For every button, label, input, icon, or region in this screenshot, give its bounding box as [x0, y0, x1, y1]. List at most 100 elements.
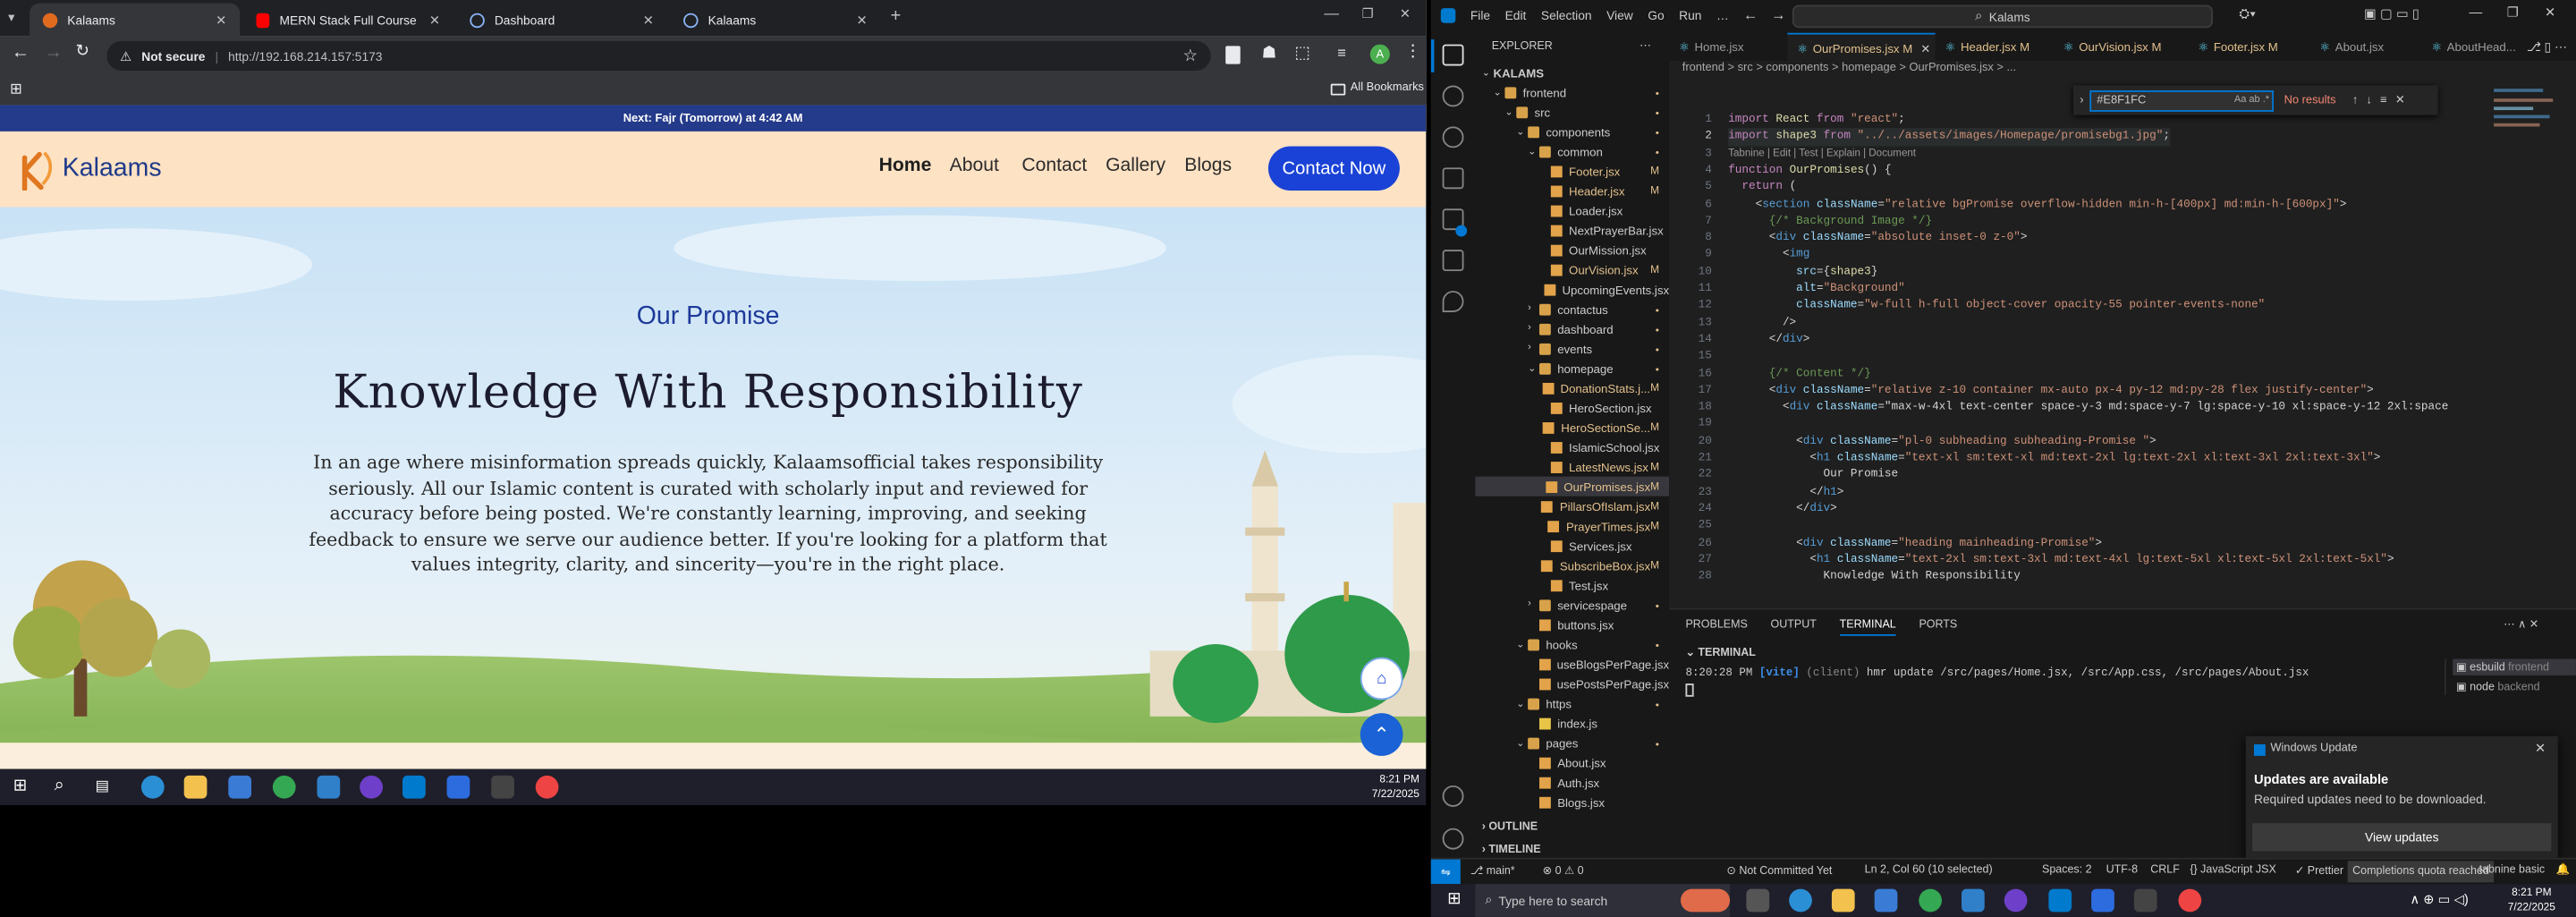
- tree-file[interactable]: OurMission.jsx: [1475, 240, 1669, 259]
- tree-file[interactable]: Loader.jsx: [1475, 200, 1669, 220]
- search-icon[interactable]: ⌕: [55, 776, 64, 797]
- tree-file[interactable]: PillarsOfIslam.jsx M: [1475, 497, 1669, 516]
- terminal-item-node[interactable]: ▣ node backend: [2453, 679, 2576, 695]
- tree-file[interactable]: usePostsPerPage.jsx: [1475, 674, 1669, 693]
- app-icon[interactable]: [1962, 888, 1985, 913]
- layout-icon[interactable]: ▣ ▢ ▭ ▯: [2364, 6, 2419, 21]
- tree-file[interactable]: NextPrayerBar.jsx: [1475, 220, 1669, 240]
- app-icon[interactable]: [2178, 888, 2202, 913]
- nav-blogs[interactable]: Blogs: [1184, 156, 1232, 175]
- menu-view[interactable]: View: [1606, 8, 1633, 23]
- find-input[interactable]: #E8F1FC Aa ab .*: [2089, 89, 2275, 111]
- panel-tab-problems[interactable]: PROBLEMS: [1685, 619, 1747, 635]
- tree-folder[interactable]: ⌄ https ●: [1475, 693, 1669, 713]
- outline-section[interactable]: › OUTLINE: [1482, 821, 1538, 833]
- tree-folder[interactable]: ⌄ hooks ●: [1475, 634, 1669, 654]
- problems-count[interactable]: ⊗ 0 ⚠ 0: [1543, 864, 1584, 878]
- profile-avatar[interactable]: A: [1369, 44, 1390, 64]
- prettier-status[interactable]: ✓ Prettier: [2295, 864, 2343, 878]
- task-view-icon[interactable]: ▤: [96, 777, 110, 795]
- task-view-icon[interactable]: [1746, 888, 1770, 913]
- tab-search-icon[interactable]: ▾: [8, 10, 14, 25]
- maximize-icon[interactable]: ❐: [2507, 5, 2519, 21]
- indent-setting[interactable]: Spaces: 2: [2042, 864, 2092, 876]
- find-next-icon[interactable]: ↓: [2367, 95, 2372, 106]
- minimize-icon[interactable]: —: [1324, 5, 1339, 21]
- media-icon[interactable]: ≡: [1337, 45, 1346, 61]
- store-icon[interactable]: [228, 775, 252, 799]
- vscode-icon[interactable]: [402, 775, 426, 799]
- tree-file[interactable]: Services.jsx: [1475, 536, 1669, 556]
- menu-file[interactable]: File: [1470, 8, 1490, 23]
- store-icon[interactable]: [1874, 888, 1898, 913]
- editor-tab-about[interactable]: ⚛ About.jsx: [2309, 33, 2421, 61]
- nav-forward-icon[interactable]: →: [1771, 6, 1786, 22]
- minimap[interactable]: [2494, 82, 2559, 181]
- toggle-replace-icon[interactable]: ›: [2080, 95, 2083, 106]
- new-tab-icon[interactable]: +: [890, 6, 901, 26]
- completions-quota[interactable]: Completions quota reached: [2347, 861, 2495, 883]
- tree-file[interactable]: IslamicSchool.jsx: [1475, 437, 1669, 457]
- close-tab-icon[interactable]: ✕: [216, 13, 226, 28]
- github-icon[interactable]: [2004, 888, 2028, 913]
- downloads-icon[interactable]: ⬚: [1294, 45, 1309, 63]
- tree-file[interactable]: Blogs.jsx: [1475, 792, 1669, 811]
- browser-tab-kalaams-2[interactable]: Kalaams ✕: [670, 4, 880, 37]
- app-icon[interactable]: [535, 775, 559, 799]
- close-window-icon[interactable]: ✕: [2545, 5, 2555, 21]
- system-tray-icons[interactable]: ∧ ⊕ ▭ ◁): [2410, 892, 2468, 907]
- account-icon[interactable]: [1442, 785, 1464, 807]
- tabnine-codelens[interactable]: Tabnine | Edit | Test | Explain | Docume…: [1728, 146, 1916, 163]
- menu-edit[interactable]: Edit: [1505, 8, 1527, 23]
- edge-icon[interactable]: [140, 775, 165, 799]
- terminal-output[interactable]: 8:20:28 PM [vite] (client) hmr update /s…: [1685, 667, 2309, 697]
- source-control-icon[interactable]: [1442, 126, 1464, 149]
- menu-kebab-icon[interactable]: ⋮: [1404, 43, 1420, 61]
- back-icon[interactable]: ←: [12, 43, 30, 63]
- language-mode[interactable]: {} JavaScript JSX: [2190, 864, 2275, 876]
- tree-folder[interactable]: ⌄ src ●: [1475, 102, 1669, 122]
- terminal-item-esbuild[interactable]: ▣ esbuild frontend: [2453, 658, 2576, 675]
- tabnine-status[interactable]: tabnine basic: [2479, 864, 2546, 876]
- explorer-icon[interactable]: [1442, 44, 1464, 66]
- git-blame[interactable]: ⊙ Not Committed Yet: [1726, 864, 1832, 878]
- prayer-widget-button[interactable]: ⌂: [1360, 657, 1403, 700]
- command-center-search[interactable]: ⌕ Kalams: [1792, 4, 2214, 29]
- windows-start-icon[interactable]: ⊞: [13, 777, 27, 795]
- editor-tab-abouthead[interactable]: ⚛ AboutHead...: [2421, 33, 2520, 61]
- nav-contact[interactable]: Contact: [1021, 156, 1087, 175]
- zoom-icon[interactable]: [2091, 888, 2114, 913]
- editor-tab-footer[interactable]: ⚛ Footer.jsx M: [2188, 33, 2306, 61]
- apps-grid-icon[interactable]: ⊞: [10, 81, 22, 98]
- forward-icon[interactable]: →: [45, 43, 63, 63]
- browser-tab-mern[interactable]: MERN Stack Full Course - ECom ✕: [243, 4, 453, 37]
- close-tab-icon[interactable]: ✕: [856, 13, 867, 28]
- nav-about[interactable]: About: [950, 156, 999, 175]
- tree-file[interactable]: LatestNews.jsx M: [1475, 457, 1669, 477]
- editor-tab-ourvision[interactable]: ⚛ OurVision.jsx M: [2054, 33, 2189, 61]
- editor-actions-icon[interactable]: ⎇ ▯ ⋯: [2527, 39, 2567, 55]
- browser-tab-dashboard[interactable]: Dashboard ✕: [457, 4, 667, 37]
- tree-folder[interactable]: ⌄ frontend ●: [1475, 82, 1669, 102]
- app-icon[interactable]: [317, 775, 341, 799]
- browser-tab-kalaams-1[interactable]: Kalaams ✕: [30, 3, 241, 37]
- editor-tab-ourpromises[interactable]: ⚛ OurPromises.jsx M ✕: [1787, 32, 1936, 61]
- github-icon[interactable]: [360, 775, 383, 799]
- tree-file[interactable]: UpcomingEvents.jsx: [1475, 279, 1669, 299]
- terminal-icon[interactable]: [2133, 888, 2157, 913]
- tree-folder[interactable]: ⌄ homepage ●: [1475, 358, 1669, 378]
- tree-file[interactable]: DonationStats.j... M: [1475, 378, 1669, 397]
- remote-indicator[interactable]: ⇋: [1430, 859, 1461, 885]
- taskbar-search-box[interactable]: ⌕ Type here to search: [1475, 884, 1731, 917]
- all-bookmarks-link[interactable]: All Bookmarks: [1351, 82, 1424, 94]
- code-editor[interactable]: 1 import React from "react"; 2 import shape…: [1669, 112, 2576, 605]
- run-debug-icon[interactable]: [1442, 167, 1464, 190]
- menu-more[interactable]: …: [1716, 8, 1729, 23]
- panel-tab-ports[interactable]: PORTS: [1919, 619, 1957, 635]
- panel-actions-icon[interactable]: ⋯ ∧ ✕: [2504, 618, 2538, 631]
- site-logo[interactable]: Kalaams: [20, 148, 162, 191]
- timeline-section[interactable]: › TIMELINE: [1482, 845, 1541, 856]
- close-window-icon[interactable]: ✕: [1400, 6, 1411, 21]
- minimize-icon[interactable]: —: [2470, 5, 2483, 21]
- search-icon[interactable]: [1442, 85, 1464, 107]
